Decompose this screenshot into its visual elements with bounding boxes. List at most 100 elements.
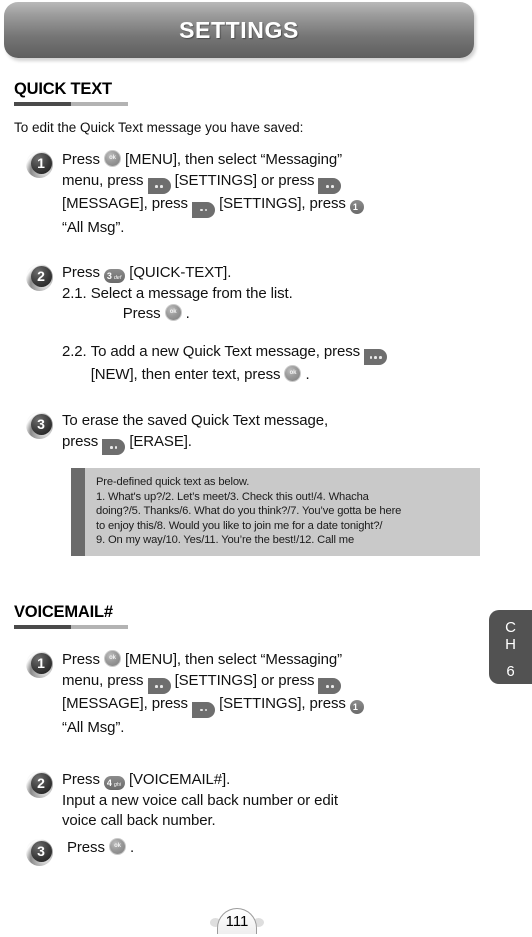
- step-text: Press ok [MENU], then select “Messaging”…: [62, 150, 364, 238]
- step-text-part: [VOICEMAIL#].: [124, 771, 231, 788]
- step-badge: 3: [26, 412, 53, 439]
- step-text: Press 3 def [QUICK-TEXT]. 2.1. Select a m…: [62, 263, 388, 386]
- substep-text: To add a new Quick Text message, press […: [90, 342, 388, 386]
- step-badge: 1: [26, 651, 53, 678]
- note-box: Pre-defined quick text as below. 1. What…: [71, 468, 480, 556]
- step-number: 3: [37, 843, 45, 859]
- page-title: SETTINGS: [179, 16, 299, 43]
- step-text-part: “All Msg”.: [62, 218, 125, 236]
- step-text-part: [SETTINGS], press: [215, 695, 350, 713]
- heading-rule: [14, 102, 128, 106]
- section-heading-voicemail: VOICEMAIL#: [14, 603, 113, 621]
- step-text-part: [MESSAGE], press: [62, 695, 193, 713]
- step-number: 1: [37, 155, 45, 171]
- step-text-part: menu, press: [62, 671, 148, 689]
- step-voicemail-3: 3 Press ok .: [26, 838, 134, 866]
- chapter-tab-line2: H: [505, 636, 516, 653]
- step-quick-text-1: 1 Press ok [MENU], then select “Messagin…: [26, 150, 364, 238]
- left-softkey-icon[interactable]: [192, 701, 216, 718]
- step-quick-text-3: 3 To erase the saved Quick Text message,…: [26, 411, 329, 456]
- right-softkey-icon[interactable]: [318, 678, 342, 695]
- step-number: 2: [37, 775, 45, 791]
- step-number: 3: [37, 416, 45, 432]
- ok-key-icon[interactable]: ok: [103, 150, 121, 167]
- left-softkey-icon[interactable]: [192, 201, 216, 218]
- step-badge: 2: [26, 264, 53, 291]
- step-text-part: [SETTINGS] or press: [170, 171, 319, 189]
- section-voicemail: VOICEMAIL#: [0, 603, 532, 629]
- number-key-1-icon[interactable]: 1: [349, 700, 364, 715]
- substep-text-part: .: [301, 366, 310, 384]
- step-text-part: menu, press: [62, 171, 148, 189]
- heading-rule: [14, 625, 128, 629]
- page-number-decoration: 111: [210, 905, 264, 934]
- substep-text-part: [NEW], then enter text, press: [90, 366, 285, 384]
- step-number: 1: [37, 655, 45, 671]
- ok-key-icon[interactable]: ok: [108, 838, 126, 855]
- step-text-part: Press: [62, 651, 104, 668]
- section-quick-text: QUICK TEXT To edit the Quick Text messag…: [0, 80, 532, 135]
- step-text: Press ok .: [62, 838, 134, 866]
- note-line: 9. On my way/10. Yes/11. You’re the best…: [96, 534, 355, 547]
- note-line: Pre-defined quick text as below.: [96, 476, 250, 488]
- substep-label: 2.1.: [62, 284, 91, 302]
- right-softkey-three-dots-icon[interactable]: [364, 349, 388, 366]
- note-accent-bar: [71, 468, 85, 556]
- section-heading-quick-text: QUICK TEXT: [14, 80, 112, 98]
- ok-key-icon[interactable]: ok: [103, 650, 121, 667]
- substep-text-part: Select a message from the list.: [90, 284, 293, 302]
- substep-label: 2.2.: [62, 342, 91, 360]
- step-quick-text-2: 2 Press 3 def [QUICK-TEXT]. 2.1. Select a…: [26, 263, 388, 386]
- step-voicemail-2: 2 Press 4 ghi [VOICEMAIL#]. Input a new v…: [26, 770, 338, 832]
- step-text-part: [QUICK-TEXT].: [125, 264, 232, 281]
- step-text-part: Press: [62, 151, 104, 168]
- chapter-tab-number: 6: [506, 663, 515, 680]
- quick-text-intro: To edit the Quick Text message you have …: [14, 120, 304, 135]
- number-key-3-icon[interactable]: 3 def: [103, 269, 126, 283]
- note-text: Pre-defined quick text as below. 1. What…: [85, 468, 409, 556]
- step-text-part: press: [62, 432, 103, 450]
- step-badge: 1: [26, 151, 53, 178]
- note-line: 1. What's up?/2. Let’s meet/3. Check thi…: [96, 490, 369, 503]
- note-line: to enjoy this/8. Would you like to join …: [96, 519, 383, 532]
- step-text-part: [ERASE].: [125, 432, 192, 450]
- step-text: Press 4 ghi [VOICEMAIL#]. Input a new voi…: [62, 770, 338, 832]
- step-text: Press ok [MENU], then select “Messaging”…: [62, 650, 364, 738]
- note-line: doing?/5. Thanks/6. What do you think?/7…: [96, 505, 402, 518]
- substep-2-1: 2.1. Select a message from the list. Pre…: [62, 284, 387, 325]
- step-text-part: Press: [62, 264, 104, 281]
- right-softkey-icon[interactable]: [318, 178, 342, 195]
- substep-text: Select a message from the list. Press ok…: [91, 284, 293, 325]
- left-softkey-icon[interactable]: [102, 439, 126, 456]
- ok-key-icon[interactable]: ok: [284, 365, 302, 383]
- step-number: 2: [37, 268, 45, 284]
- step-text-part: [MENU], then select “Messaging”: [120, 151, 342, 168]
- substep-2-2: 2.2. To add a new Quick Text message, pr…: [62, 342, 388, 386]
- page-number: 111: [225, 913, 249, 930]
- step-voicemail-1: 1 Press ok [MENU], then select “Messagin…: [26, 650, 364, 738]
- number-key-1-icon[interactable]: 1: [349, 200, 364, 215]
- step-text-part: [SETTINGS], press: [215, 195, 350, 213]
- footer: 111: [0, 905, 474, 934]
- number-key-4-icon[interactable]: 4 ghi: [103, 776, 125, 790]
- substep-text-part: To add a new Quick Text message, press: [90, 342, 365, 360]
- step-badge: 3: [26, 839, 53, 866]
- step-text: To erase the saved Quick Text message, p…: [62, 411, 329, 456]
- step-text-part: voice call back number.: [62, 812, 216, 829]
- step-text-part: [MESSAGE], press: [62, 195, 193, 213]
- step-text-part: “All Msg”.: [62, 718, 125, 736]
- left-softkey-icon[interactable]: [147, 678, 171, 695]
- step-text-part: Press: [67, 839, 109, 856]
- step-text-part: [MENU], then select “Messaging”: [120, 651, 342, 668]
- step-text-part: To erase the saved Quick Text message,: [62, 412, 329, 429]
- left-softkey-icon[interactable]: [147, 178, 171, 195]
- step-badge: 2: [26, 771, 53, 798]
- step-text-part: Press: [62, 771, 104, 788]
- ok-key-icon[interactable]: ok: [164, 304, 182, 321]
- substep-text-part: Press: [122, 305, 165, 322]
- page-header: SETTINGS: [4, 2, 474, 58]
- step-text-part: [SETTINGS] or press: [170, 671, 319, 689]
- step-text-part: .: [125, 839, 135, 856]
- step-text-part: Input a new voice call back number or ed…: [62, 791, 338, 809]
- substep-text-part: .: [181, 305, 190, 322]
